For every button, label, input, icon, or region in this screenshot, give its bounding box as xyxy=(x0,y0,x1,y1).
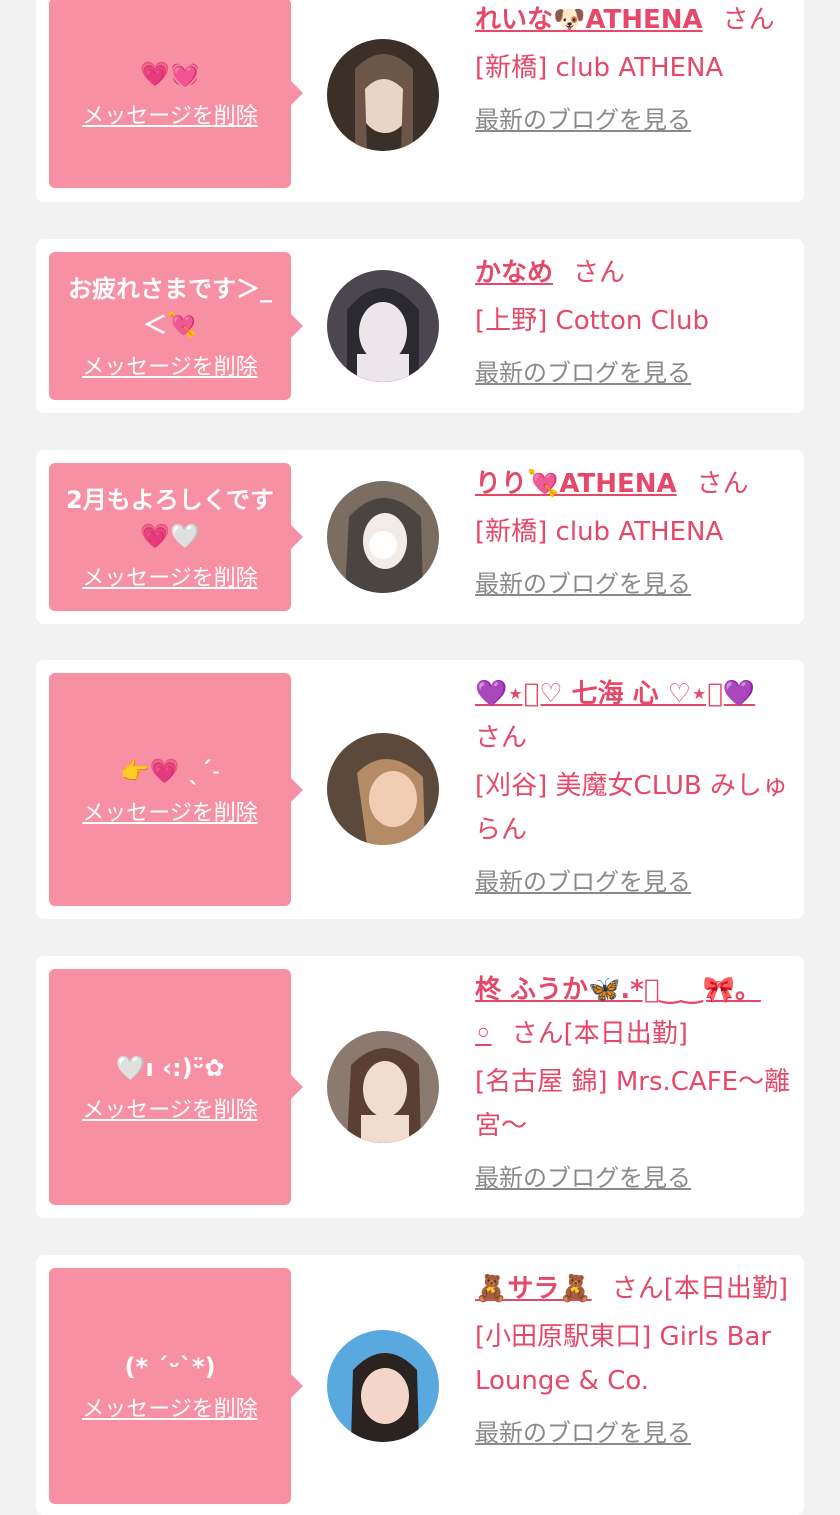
cast-name-link[interactable]: れいな🐶ATHENA xyxy=(475,5,703,35)
name-suffix: さん xyxy=(722,5,775,35)
name-line: れいな🐶ATHENA さん xyxy=(475,0,793,42)
message-text: 💗💓 xyxy=(140,60,200,88)
message-bubble: 2月もよろしくです💗🤍 メッセージを削除 xyxy=(49,463,303,611)
shop-label: [小田原駅東口] Girls Bar Lounge & Co. xyxy=(475,1322,772,1396)
favorite-card: 👉💗 ˎˊ˗ メッセージを削除 💜⋆͛♡ 七海 心 ♡⋆͛💜 さん [刈谷] 美魔… xyxy=(36,660,804,919)
shop-label: [新橋] club ATHENA xyxy=(475,53,724,83)
name-suffix: さん[本日出勤] xyxy=(511,1019,688,1049)
latest-blog-link[interactable]: 最新のブログを見る xyxy=(475,862,691,902)
cast-name-link[interactable]: 💜⋆͛♡ 七海 心 ♡⋆͛💜 xyxy=(475,679,755,709)
avatar[interactable] xyxy=(327,1031,439,1143)
name-suffix: さん xyxy=(475,723,528,753)
cast-info: 💜⋆͛♡ 七海 心 ♡⋆͛💜 さん [刈谷] 美魔女CLUB みしゅらん 最新のブ… xyxy=(475,672,793,902)
name-suffix: さん xyxy=(696,469,749,499)
favorite-card: お疲れさまです＞_＜💘 メッセージを削除 かなめ さん [上野] Cotton C… xyxy=(36,239,804,413)
avatar-photo xyxy=(327,270,439,382)
avatar[interactable] xyxy=(327,39,439,151)
latest-blog-link[interactable]: 最新のブログを見る xyxy=(475,353,691,393)
avatar-photo xyxy=(327,733,439,845)
delete-message-link[interactable]: メッセージを削除 xyxy=(82,1391,258,1423)
latest-blog-link[interactable]: 最新のブログを見る xyxy=(475,100,691,140)
avatar[interactable] xyxy=(327,481,439,593)
shop-label: [上野] Cotton Club xyxy=(475,306,710,336)
message-bubble: 🤍ı ‹:)ᵕ̈✿ メッセージを削除 xyxy=(49,969,303,1205)
favorite-card: 🤍ı ‹:)ᵕ̈✿ メッセージを削除 柊 ふうか🦋.*ﾟ‿‿🎀。◦ さん[本日出勤… xyxy=(36,956,804,1218)
delete-message-link[interactable]: メッセージを削除 xyxy=(82,98,258,130)
name-line: 🧸サラ🧸 さん[本日出勤] xyxy=(475,1267,793,1311)
avatar-photo xyxy=(327,1031,439,1143)
favorite-card: (* ˊᵕˋ*) メッセージを削除 🧸サラ🧸 さん[本日出勤] [小田原駅東口] … xyxy=(36,1255,804,1515)
avatar[interactable] xyxy=(327,1330,439,1442)
cast-info: りり💘ATHENA さん [新橋] club ATHENA 最新のブログを見る xyxy=(475,462,793,604)
shop-label: [新橋] club ATHENA xyxy=(475,517,724,547)
avatar[interactable] xyxy=(327,270,439,382)
avatar-photo xyxy=(327,39,439,151)
latest-blog-link[interactable]: 最新のブログを見る xyxy=(475,564,691,604)
avatar-photo xyxy=(327,481,439,593)
shop-label: [刈谷] 美魔女CLUB みしゅらん xyxy=(475,771,789,845)
cast-info: れいな🐶ATHENA さん [新橋] club ATHENA 最新のブログを見る xyxy=(475,0,793,140)
delete-message-link[interactable]: メッセージを削除 xyxy=(82,349,258,381)
cast-name-link[interactable]: かなめ xyxy=(475,258,553,288)
cast-name-link[interactable]: りり💘ATHENA xyxy=(475,469,677,499)
name-line: 柊 ふうか🦋.*ﾟ‿‿🎀。◦ さん[本日出勤] xyxy=(475,968,793,1056)
avatar[interactable] xyxy=(327,733,439,845)
shop-label: [名古屋 錦] Mrs.CAFE〜離宮〜 xyxy=(475,1067,791,1141)
latest-blog-link[interactable]: 最新のブログを見る xyxy=(475,1413,691,1453)
delete-message-link[interactable]: メッセージを削除 xyxy=(82,560,258,592)
name-suffix: さん xyxy=(573,258,626,288)
cast-info: 🧸サラ🧸 さん[本日出勤] [小田原駅東口] Girls Bar Lounge &… xyxy=(475,1267,793,1453)
cast-info: 柊 ふうか🦋.*ﾟ‿‿🎀。◦ さん[本日出勤] [名古屋 錦] Mrs.CAFE〜… xyxy=(475,968,793,1198)
message-bubble: 💗💓 メッセージを削除 xyxy=(49,0,303,188)
cast-info: かなめ さん [上野] Cotton Club 最新のブログを見る xyxy=(475,251,793,393)
message-text: 👉💗 ˎˊ˗ xyxy=(120,756,220,785)
delete-message-link[interactable]: メッセージを削除 xyxy=(82,795,258,827)
latest-blog-link[interactable]: 最新のブログを見る xyxy=(475,1158,691,1198)
message-bubble: (* ˊᵕˋ*) メッセージを削除 xyxy=(49,1268,303,1504)
delete-message-link[interactable]: メッセージを削除 xyxy=(82,1092,258,1124)
favorite-card: 💗💓 メッセージを削除 れいな🐶ATHENA さん [新橋] club ATHEN… xyxy=(36,0,804,202)
message-text: お疲れさまです＞_＜💘 xyxy=(68,275,272,339)
name-suffix: さん[本日出勤] xyxy=(611,1274,789,1304)
name-line: 💜⋆͛♡ 七海 心 ♡⋆͛💜 さん xyxy=(475,672,793,760)
message-text: (* ˊᵕˋ*) xyxy=(124,1353,216,1381)
name-line: かなめ さん xyxy=(475,251,793,295)
avatar-photo xyxy=(327,1330,439,1442)
cast-name-link[interactable]: 🧸サラ🧸 xyxy=(475,1274,592,1304)
name-line: りり💘ATHENA さん xyxy=(475,462,793,506)
message-bubble: お疲れさまです＞_＜💘 メッセージを削除 xyxy=(49,252,303,400)
favorite-card: 2月もよろしくです💗🤍 メッセージを削除 りり💘ATHENA さん [新橋] cl… xyxy=(36,450,804,624)
message-text: 2月もよろしくです💗🤍 xyxy=(66,486,274,550)
message-bubble: 👉💗 ˎˊ˗ メッセージを削除 xyxy=(49,673,303,906)
message-text: 🤍ı ‹:)ᵕ̈✿ xyxy=(115,1054,225,1082)
